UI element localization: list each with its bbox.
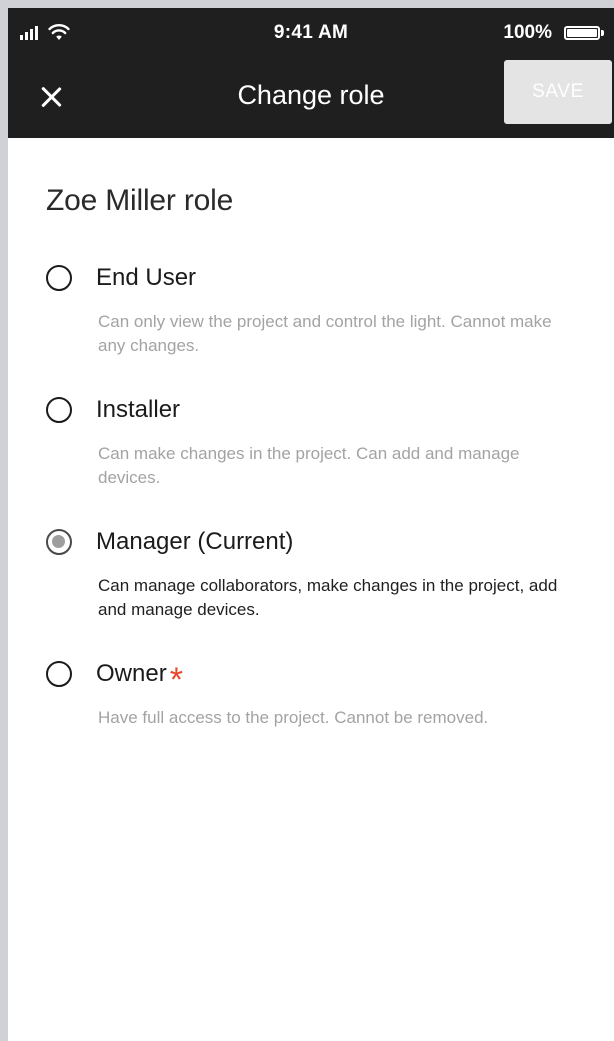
role-form: Zoe Miller role End User Can only view t… bbox=[8, 138, 614, 730]
status-bar: 9:41 AM 100% bbox=[8, 8, 614, 58]
role-description: Can manage collaborators, make changes i… bbox=[98, 576, 558, 619]
phone-screen: 9:41 AM 100% Change role SAVE Zoe Miller… bbox=[8, 8, 614, 1041]
role-description: Have full access to the project. Cannot … bbox=[98, 708, 489, 727]
app-bar: Change role SAVE bbox=[8, 58, 614, 138]
role-option-owner[interactable]: Owner * Have full access to the project. … bbox=[46, 656, 582, 730]
role-option-manager: Manager (Current) Can manage collaborato… bbox=[46, 524, 582, 622]
role-option-end-user[interactable]: End User Can only view the project and c… bbox=[46, 260, 582, 358]
radio-unselected-icon[interactable] bbox=[46, 661, 72, 687]
section-title: Zoe Miller role bbox=[46, 184, 234, 217]
battery-icon bbox=[564, 26, 604, 40]
save-button[interactable]: SAVE bbox=[504, 60, 612, 124]
role-label: Owner bbox=[96, 660, 167, 687]
role-label: End User bbox=[96, 264, 197, 291]
battery-percent: 100% bbox=[503, 22, 552, 43]
role-label: Installer bbox=[96, 396, 181, 423]
role-description: Can make changes in the project. Can add… bbox=[98, 444, 520, 487]
role-description: Can only view the project and control th… bbox=[98, 312, 552, 355]
radio-unselected-icon[interactable] bbox=[46, 397, 72, 423]
radio-current-icon bbox=[46, 529, 72, 555]
radio-unselected-icon[interactable] bbox=[46, 265, 72, 291]
role-option-installer[interactable]: Installer Can make changes in the projec… bbox=[46, 392, 582, 490]
role-label: Manager (Current) bbox=[96, 528, 294, 555]
